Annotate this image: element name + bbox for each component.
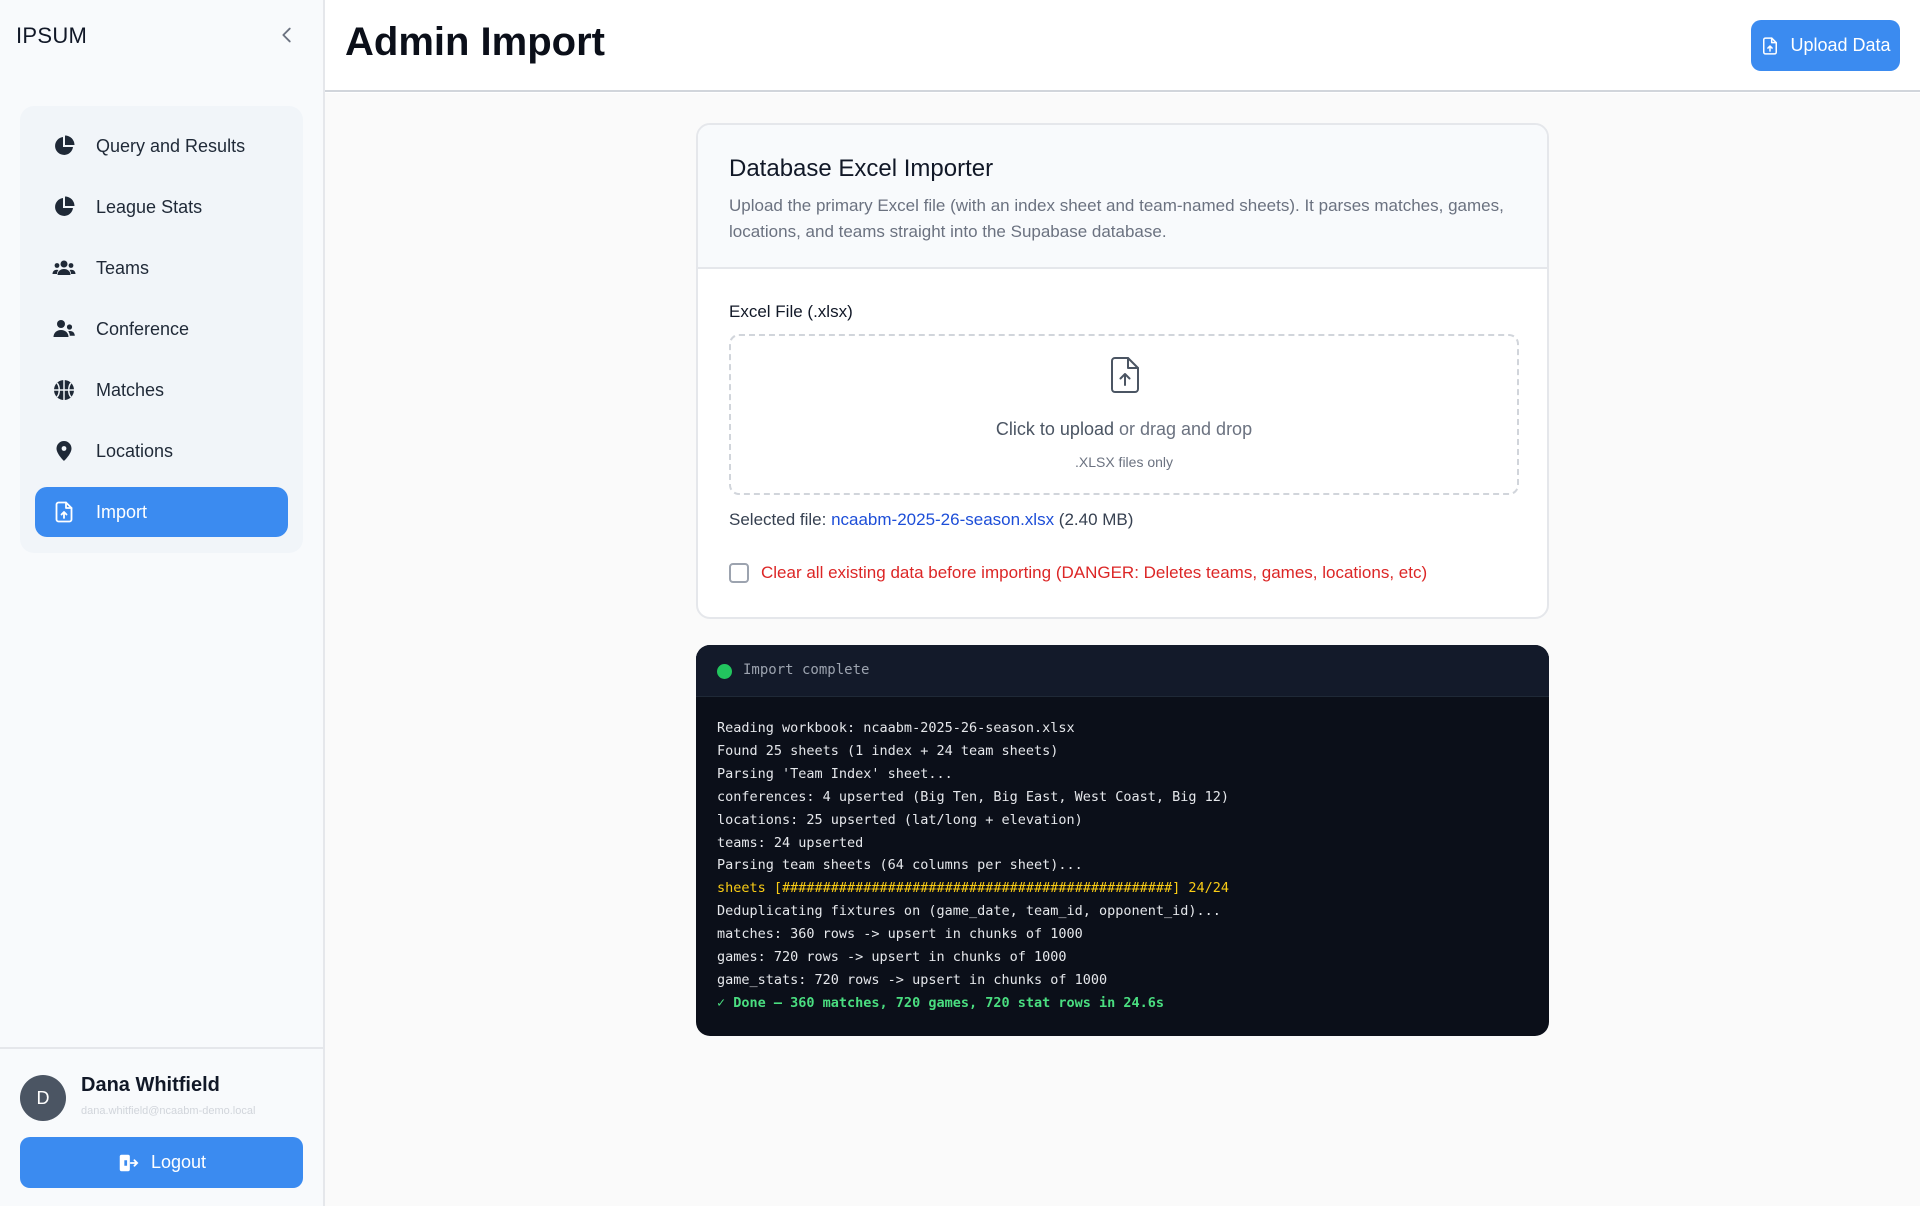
import-log: Import complete Reading workbook: ncaabm… bbox=[696, 645, 1549, 1036]
log-line: Found 25 sheets (1 index + 24 team sheet… bbox=[717, 742, 1059, 759]
dropzone-cta[interactable]: Click to upload bbox=[996, 419, 1114, 439]
logout-label: Logout bbox=[150, 1152, 207, 1172]
excel-file-label: Excel File (.xlsx) bbox=[729, 302, 853, 321]
sidebar-item-label: Matches bbox=[96, 379, 165, 400]
import-log-body: Reading workbook: ncaabm-2025-26-season.… bbox=[717, 717, 1229, 1015]
selected-file-prefix: Selected file: bbox=[729, 510, 832, 529]
log-line: ✓ Done — 360 matches, 720 games, 720 sta… bbox=[717, 994, 1165, 1011]
sidebar-item-league-stats[interactable]: League Stats bbox=[35, 182, 288, 232]
import-log-header: Import complete bbox=[696, 645, 1549, 697]
brand-row: IPSUM bbox=[0, 0, 323, 72]
sidebar-item-matches[interactable]: Matches bbox=[35, 365, 288, 415]
log-line: game_stats: 720 rows -> upsert in chunks… bbox=[717, 971, 1108, 988]
selected-file: Selected file: ncaabm-2025-26-season.xls… bbox=[729, 510, 1133, 530]
chevron-left-icon bbox=[282, 27, 291, 43]
page-header: Admin Import Upload Data bbox=[325, 0, 1920, 92]
importer-description: Upload the primary Excel file (with an i… bbox=[729, 196, 1504, 241]
file-dropzone[interactable]: Click to upload or drag and drop .XLSX f… bbox=[729, 334, 1519, 495]
dropzone-text: Click to upload or drag and drop bbox=[731, 419, 1517, 440]
basketball-icon bbox=[50, 376, 78, 404]
sidebar-item-label: Import bbox=[96, 501, 148, 522]
file-upload-icon bbox=[1111, 357, 1139, 393]
log-line: teams: 24 upserted bbox=[717, 834, 864, 851]
log-line: Reading workbook: ncaabm-2025-26-season.… bbox=[717, 720, 1075, 736]
file-upload-icon bbox=[50, 498, 78, 526]
pie-chart-icon bbox=[50, 193, 78, 221]
user-group-icon bbox=[50, 315, 78, 343]
sidebar-item-locations[interactable]: Locations bbox=[35, 426, 288, 476]
selected-file-size: (2.40 MB) bbox=[1054, 510, 1134, 529]
dropzone-hint: .XLSX files only bbox=[1074, 454, 1174, 470]
upload-data-button[interactable]: Upload Data bbox=[1751, 20, 1900, 71]
logout-icon bbox=[117, 1152, 139, 1174]
sidebar-item-label: Teams bbox=[96, 257, 150, 278]
page-title: Admin Import bbox=[345, 20, 605, 64]
brand-logo: IPSUM bbox=[16, 23, 88, 48]
clear-data-option[interactable]: Clear all existing data before importing… bbox=[729, 563, 1427, 583]
main-content: Database Excel Importer Upload the prima… bbox=[325, 93, 1920, 1206]
clear-data-checkbox[interactable] bbox=[729, 563, 749, 583]
log-line: sheets [################################… bbox=[717, 880, 1230, 897]
status-dot bbox=[717, 664, 732, 679]
sidebar-item-import[interactable]: Import bbox=[35, 487, 288, 537]
sidebar-item-label: Conference bbox=[96, 318, 190, 339]
sidebar-item-label: League Stats bbox=[96, 196, 203, 217]
log-line: matches: 360 rows -> upsert in chunks of… bbox=[717, 926, 1083, 943]
dropzone-rest: or drag and drop bbox=[1113, 419, 1253, 439]
log-line: Parsing team sheets (64 columns per shee… bbox=[717, 857, 1083, 874]
log-line: conferences: 4 upserted (Big Ten, Big Ea… bbox=[717, 788, 1230, 805]
collapse-sidebar-button[interactable] bbox=[276, 24, 298, 46]
clear-data-label[interactable]: Clear all existing data before importing… bbox=[761, 563, 1427, 583]
map-pin-icon bbox=[50, 437, 78, 465]
log-line: locations: 25 upserted (lat/long + eleva… bbox=[717, 811, 1083, 828]
importer-card-header: Database Excel Importer Upload the prima… bbox=[698, 125, 1547, 269]
importer-card: Database Excel Importer Upload the prima… bbox=[696, 123, 1549, 619]
sidebar: IPSUM Query and Results League Stats Tea… bbox=[0, 0, 325, 1206]
sidebar-item-teams[interactable]: Teams bbox=[35, 243, 288, 293]
user-panel: D Dana Whitfield dana.whitfield@ncaabm-d… bbox=[0, 1047, 323, 1206]
log-line: Deduplicating fixtures on (game_date, te… bbox=[717, 903, 1221, 920]
sidebar-item-label: Locations bbox=[96, 440, 174, 461]
importer-title: Database Excel Importer bbox=[729, 155, 994, 182]
avatar: D bbox=[20, 1075, 66, 1121]
log-line: games: 720 rows -> upsert in chunks of 1… bbox=[717, 949, 1067, 966]
sidebar-item-query-and-results[interactable]: Query and Results bbox=[35, 121, 288, 171]
import-status: Import complete bbox=[743, 662, 870, 678]
pie-chart-icon bbox=[50, 132, 78, 160]
user-email: dana.whitfield@ncaabm-demo.local bbox=[81, 1105, 256, 1117]
log-line: Parsing 'Team Index' sheet... bbox=[717, 765, 953, 782]
sidebar-nav: Query and Results League Stats Teams Con… bbox=[20, 106, 303, 553]
sidebar-item-label: Query and Results bbox=[96, 135, 246, 156]
selected-file-name[interactable]: ncaabm-2025-26-season.xlsx bbox=[831, 510, 1054, 529]
sidebar-item-conference[interactable]: Conference bbox=[35, 304, 288, 354]
logout-button[interactable]: Logout bbox=[20, 1137, 303, 1188]
user-name: Dana Whitfield bbox=[81, 1074, 220, 1096]
file-upload-icon bbox=[1760, 36, 1780, 56]
users-icon bbox=[50, 254, 78, 282]
upload-data-label: Upload Data bbox=[1790, 35, 1891, 55]
